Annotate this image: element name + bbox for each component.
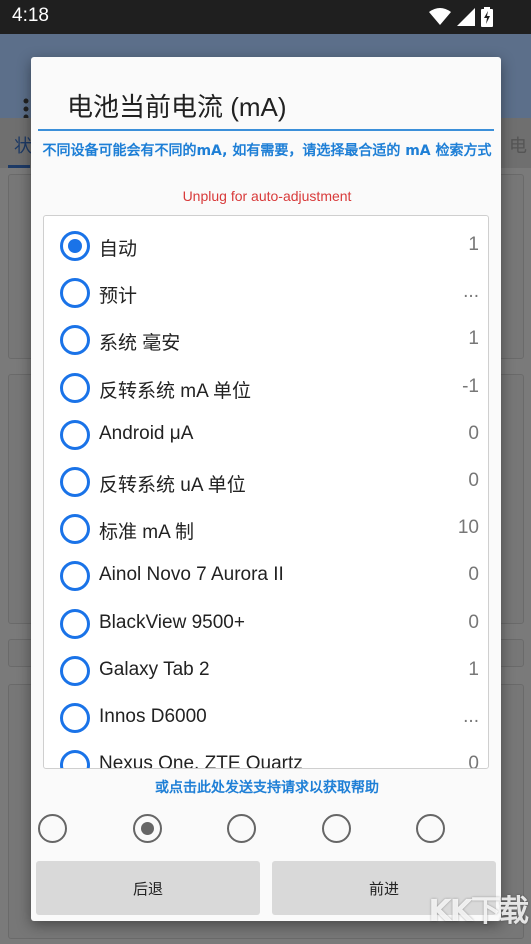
page-indicator — [31, 811, 501, 845]
option-label: 预计 — [99, 286, 138, 308]
page-dot[interactable] — [416, 814, 445, 843]
option-row[interactable]: 系统 毫安 1 — [44, 316, 488, 363]
option-value: 0 — [468, 753, 479, 769]
battery-charging-icon — [481, 7, 493, 27]
option-label: Galaxy Tab 2 — [99, 658, 210, 680]
page-dot[interactable] — [321, 814, 351, 843]
option-row[interactable]: Galaxy Tab 2 1 — [44, 647, 488, 694]
background-tab-right: 电 — [509, 136, 527, 157]
option-label: 自动 — [99, 239, 138, 260]
option-label: BlackView 9500+ — [99, 611, 245, 633]
page-dot-active[interactable] — [132, 814, 162, 843]
options-list[interactable]: 自动 1 预计... 系统 毫安 1 反转系统 mA 单位 -1 Android μA 0 反转系… — [43, 215, 489, 769]
dialog-title: 电池当前电流 (mA) — [67, 92, 287, 122]
option-row[interactable]: 反转系统 mA 单位 -1 — [44, 364, 488, 411]
option-label: Android μA — [99, 422, 194, 444]
option-row[interactable]: 自动 1 — [44, 222, 488, 269]
option-label: Nexus One, ZTE Quartz — [99, 753, 303, 769]
option-row[interactable]: Innos D6000... — [44, 694, 488, 741]
option-label: 反转系统 uA 单位 — [99, 475, 246, 496]
radio-unselected[interactable] — [60, 608, 90, 639]
option-value: 0 — [468, 611, 479, 633]
option-label: Ainol Novo 7 Aurora II — [99, 564, 284, 586]
radio-unselected[interactable] — [60, 419, 90, 450]
option-value: 1 — [468, 328, 479, 350]
radio-unselected[interactable] — [60, 467, 90, 497]
current-source-dialog: 电池当前电流 (mA) 不同设备可能会有不同的mA, 如有需要，请选择最合适的 … — [31, 57, 501, 921]
option-label: 标准 mA 制 — [99, 522, 195, 544]
option-row[interactable]: 反转系统 uA 单位 0 — [44, 458, 488, 505]
radio-unselected[interactable] — [60, 750, 90, 768]
option-row[interactable]: Nexus One, ZTE Quartz 0 — [44, 741, 488, 769]
option-value: ... — [463, 281, 479, 303]
radio-unselected[interactable] — [60, 655, 90, 686]
radio-unselected[interactable] — [60, 514, 90, 545]
option-value: 0 — [468, 470, 479, 491]
option-row[interactable]: Android μA 0 — [44, 411, 488, 458]
radio-selected[interactable] — [60, 231, 90, 261]
background-tab-indicator — [8, 165, 30, 168]
status-icons — [429, 7, 493, 27]
title-divider — [38, 129, 494, 131]
page-dot[interactable] — [38, 814, 67, 843]
page-dot[interactable] — [227, 814, 256, 843]
option-row[interactable]: 预计... — [44, 269, 488, 316]
radio-unselected[interactable] — [60, 372, 90, 403]
option-row[interactable]: 标准 mA 制 10 — [44, 505, 488, 552]
menu-icon — [23, 98, 29, 120]
radio-unselected[interactable] — [60, 561, 90, 592]
watermark-logo: KK下载 — [428, 894, 529, 929]
radio-unselected[interactable] — [60, 703, 90, 733]
back-button[interactable]: 后退 — [36, 861, 260, 915]
status-time: 4:18 — [12, 5, 49, 26]
option-row[interactable]: Ainol Novo 7 Aurora II 0 — [44, 552, 488, 599]
option-value: 10 — [457, 517, 479, 539]
dialog-subtitle: Unplug for auto-adjustment — [182, 188, 352, 204]
dialog-hint: 不同设备可能会有不同的mA, 如有需要，请选择最合适的 mA 检索方式 — [42, 143, 492, 159]
wifi-icon — [429, 8, 451, 25]
help-link[interactable]: 或点击此处发送支持请求以获取帮助 — [41, 777, 493, 797]
option-value: -1 — [462, 375, 479, 397]
option-row[interactable]: BlackView 9500+ 0 — [44, 600, 488, 647]
status-bar: 4:18 — [0, 0, 531, 34]
radio-dot — [68, 239, 82, 253]
option-value: 0 — [468, 564, 479, 586]
radio-unselected[interactable] — [60, 325, 90, 356]
option-label: 反转系统 mA 单位 — [99, 380, 252, 402]
option-label: 系统 毫安 — [99, 333, 181, 355]
signal-icon — [457, 8, 475, 26]
option-value: 0 — [468, 422, 479, 444]
background-tab-left: 状 — [14, 136, 32, 157]
option-label: Innos D6000 — [99, 706, 207, 727]
page-dot-fill — [140, 822, 154, 835]
option-value: 1 — [468, 658, 479, 680]
option-value: 1 — [468, 234, 479, 255]
option-value: ... — [463, 706, 479, 727]
radio-unselected[interactable] — [60, 278, 90, 309]
